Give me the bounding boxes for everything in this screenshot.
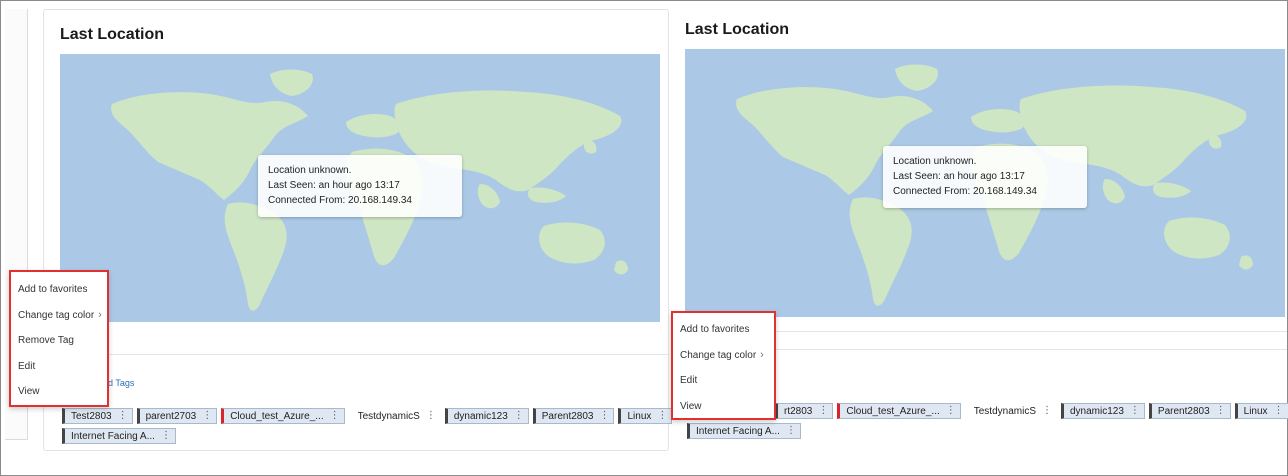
kebab-icon[interactable]: ⋮ (1130, 406, 1140, 416)
tag-label: rt2803 (784, 405, 813, 417)
tag-chip[interactable]: Internet Facing A... ⋮ (687, 423, 801, 439)
kebab-icon[interactable]: ⋮ (946, 406, 956, 416)
tag-list-row: Internet Facing A... ⋮ (62, 428, 176, 444)
menu-item-label: Change tag color (680, 349, 757, 361)
panel-title: Last Location (685, 21, 790, 38)
tag-chip[interactable]: TestdynamicS ⋮ (965, 403, 1057, 419)
kebab-icon[interactable]: ⋮ (1042, 406, 1052, 416)
tag-context-menu: Add to favorites Change tag color › Remove … (9, 270, 109, 407)
tooltip-last-seen: Last Seen: an hour ago 13:17 (893, 171, 1025, 182)
kebab-icon[interactable]: ⋮ (426, 411, 436, 421)
tooltip-location-status: Location unknown. (893, 156, 977, 167)
tag-label: Linux (1243, 405, 1268, 417)
tag-label: Parent2803 (541, 410, 594, 422)
menu-item-change-tag-color[interactable]: Change tag color › (11, 303, 107, 329)
tags-link[interactable]: d Tags (108, 378, 134, 388)
menu-item-edit[interactable]: Edit (673, 368, 774, 394)
tag-label: dynamic123 (1070, 405, 1124, 417)
tag-chip[interactable]: rt2803 ⋮ (775, 403, 834, 419)
menu-item-remove-tag[interactable]: Remove Tag (11, 328, 107, 354)
kebab-icon[interactable]: ⋮ (514, 411, 524, 421)
tag-label: Internet Facing A... (71, 430, 155, 442)
tag-chip[interactable]: Linux ⋮ (1234, 403, 1288, 419)
kebab-icon[interactable]: ⋮ (330, 411, 340, 421)
tag-label: parent2703 (145, 410, 197, 422)
tag-label: Test2803 (71, 410, 112, 422)
menu-item-label: View (680, 400, 702, 412)
tag-chip[interactable]: Parent2803 ⋮ (1148, 403, 1231, 419)
tag-list-row: rt2803 ⋮ Cloud_test_Azure_... ⋮ TestdynamicS… (775, 403, 1288, 419)
kebab-icon[interactable]: ⋮ (818, 406, 828, 416)
world-map[interactable]: Location unknown. Last Seen: an hour ago… (685, 49, 1285, 317)
menu-item-label: View (18, 386, 40, 398)
kebab-icon[interactable]: ⋮ (161, 431, 171, 441)
screenshot-frame: Last Location Location unknown. Last See… (0, 0, 1288, 476)
menu-item-label: Edit (18, 360, 36, 372)
menu-item-change-tag-color[interactable]: Change tag color › (673, 343, 774, 369)
tooltip-connected-from: Connected From: 20.168.149.34 (268, 195, 412, 206)
menu-item-edit[interactable]: Edit (11, 354, 107, 380)
tooltip-connected-from: Connected From: 20.168.149.34 (893, 186, 1037, 197)
tag-chip[interactable]: Parent2803 ⋮ (532, 408, 615, 424)
kebab-icon[interactable]: ⋮ (1216, 406, 1226, 416)
tag-chip[interactable]: Cloud_test_Azure_... ⋮ (221, 408, 345, 424)
tag-label: Internet Facing A... (696, 425, 780, 437)
kebab-icon[interactable]: ⋮ (657, 411, 667, 421)
tag-chip[interactable]: Linux ⋮ (618, 408, 673, 424)
tag-context-menu: Add to favorites Change tag color › Edit Vie… (671, 311, 776, 420)
kebab-icon[interactable]: ⋮ (118, 411, 128, 421)
menu-item-view[interactable]: View (673, 394, 774, 420)
tag-chip[interactable]: TestdynamicS ⋮ (349, 408, 441, 424)
menu-item-label: Add to favorites (18, 284, 88, 296)
menu-item-add-to-favorites[interactable]: Add to favorites (11, 277, 107, 303)
tooltip-location-status: Location unknown. (268, 165, 352, 176)
menu-item-label: Change tag color (18, 309, 95, 321)
tag-chip[interactable]: Cloud_test_Azure_... ⋮ (837, 403, 961, 419)
menu-item-view[interactable]: View (11, 379, 107, 405)
section-divider (44, 354, 668, 355)
panel-title: Last Location (60, 26, 165, 43)
tag-label: TestdynamicS (357, 410, 420, 422)
tag-chip[interactable]: dynamic123 ⋮ (444, 408, 529, 424)
chevron-right-icon: › (98, 309, 102, 322)
tag-label: Linux (627, 410, 652, 422)
tag-chip[interactable]: Test2803 ⋮ (62, 408, 133, 424)
tag-label: dynamic123 (453, 410, 508, 422)
tag-label: Cloud_test_Azure_... (230, 410, 324, 422)
menu-item-label: Remove Tag (18, 335, 74, 347)
location-tooltip: Location unknown. Last Seen: an hour ago… (258, 155, 462, 217)
kebab-icon[interactable]: ⋮ (786, 426, 796, 436)
location-tooltip: Location unknown. Last Seen: an hour ago… (883, 146, 1087, 208)
tag-label: Parent2803 (1157, 405, 1210, 417)
kebab-icon[interactable]: ⋮ (599, 411, 609, 421)
menu-item-label: Edit (680, 375, 698, 387)
tag-label: Cloud_test_Azure_... (846, 405, 940, 417)
chevron-right-icon: › (760, 349, 764, 362)
tag-chip[interactable]: parent2703 ⋮ (136, 408, 218, 424)
kebab-icon[interactable]: ⋮ (202, 411, 212, 421)
tooltip-last-seen: Last Seen: an hour ago 13:17 (268, 180, 400, 191)
tag-chip[interactable]: Internet Facing A... ⋮ (62, 428, 176, 444)
menu-item-add-to-favorites[interactable]: Add to favorites (673, 317, 774, 343)
kebab-icon[interactable]: ⋮ (1274, 406, 1284, 416)
last-location-panel-left: Last Location Location unknown. Last See… (43, 9, 673, 451)
world-map[interactable]: Location unknown. Last Seen: an hour ago… (60, 54, 660, 322)
menu-item-label: Add to favorites (680, 324, 750, 336)
tag-chip[interactable]: dynamic123 ⋮ (1061, 403, 1145, 419)
tag-label: TestdynamicS (973, 405, 1036, 417)
tag-list-row: Internet Facing A... ⋮ (687, 423, 801, 439)
tag-list-row: Test2803 ⋮ parent2703 ⋮ Cloud_test_Azure_...… (62, 408, 673, 424)
